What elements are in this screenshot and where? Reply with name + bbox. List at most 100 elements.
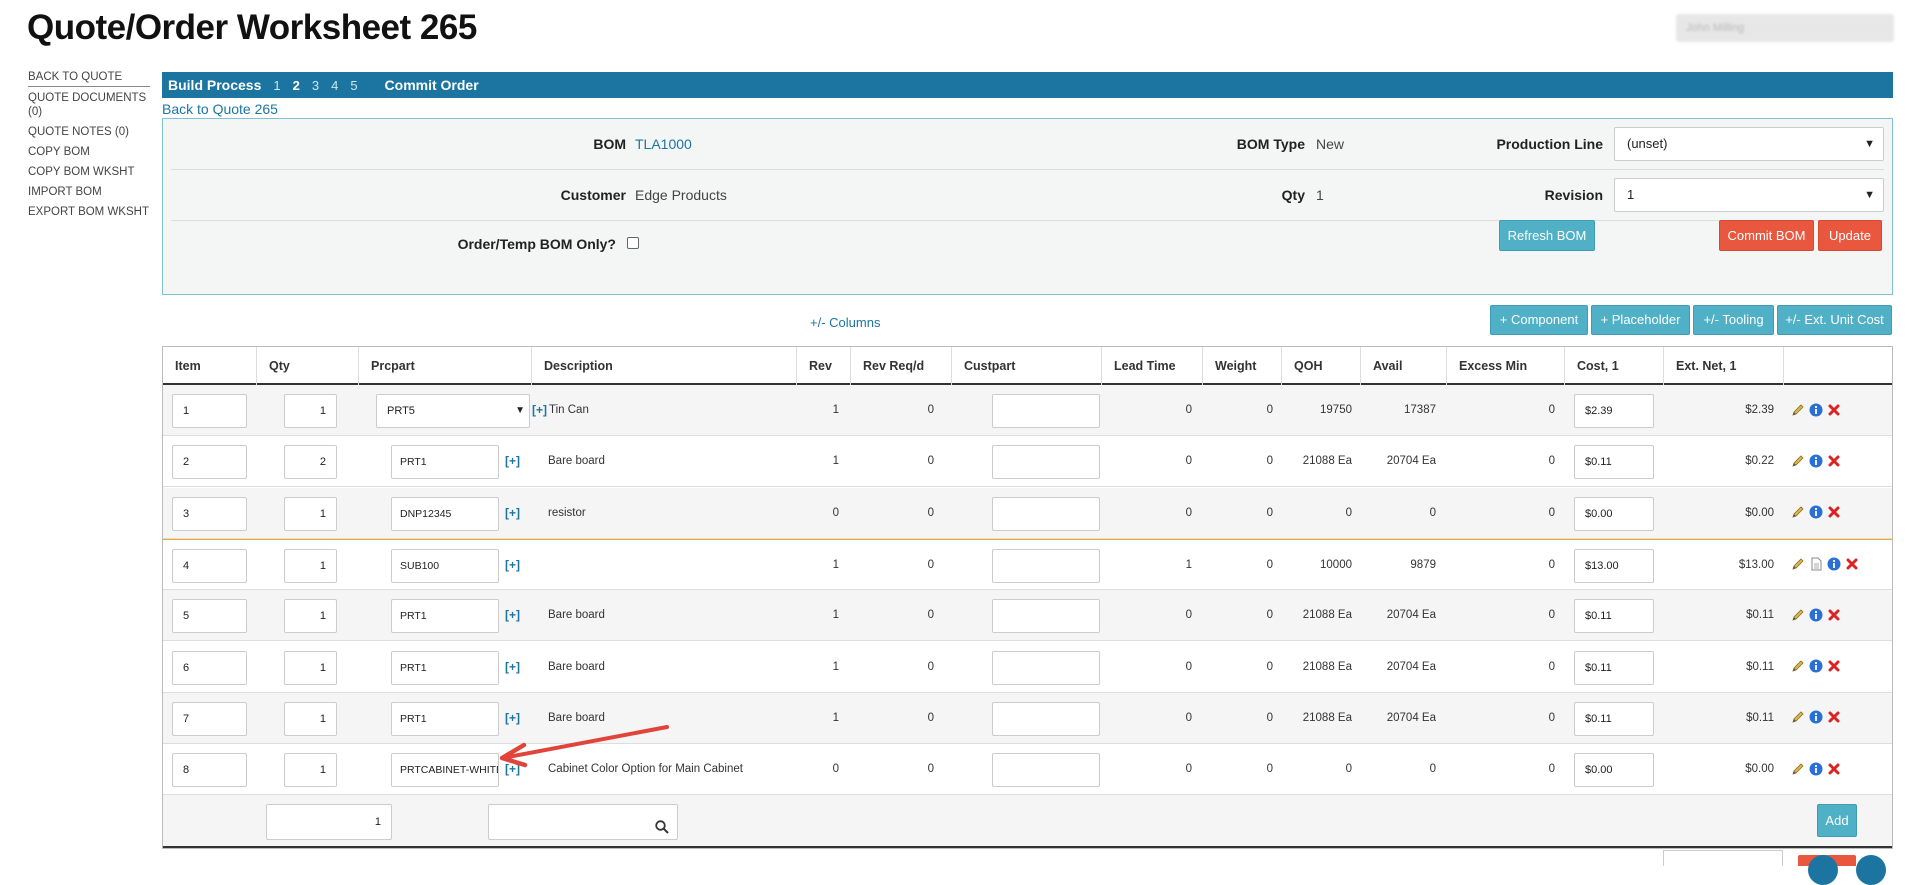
item-input[interactable]: 3 [172,496,247,531]
cost-input[interactable]: $2.39 [1574,394,1654,428]
edit-pencil-icon[interactable] [1791,608,1806,623]
add-component-button[interactable]: + Component [1490,305,1588,335]
new-row-qty-input[interactable]: 1 [266,804,392,840]
info-icon[interactable] [1809,505,1824,520]
qty-input[interactable]: 1 [284,650,337,685]
item-input[interactable]: 5 [172,599,247,634]
prcpart-input[interactable]: SUB100 [391,548,499,583]
expand-part-link[interactable]: [+] [505,488,520,539]
pagination-box[interactable] [1663,850,1783,866]
col-custpart[interactable]: Custpart [952,347,1102,385]
prcpart-select[interactable]: PRT5 ▼ [376,394,530,428]
expand-part-link[interactable]: [+] [505,436,520,487]
col-rev-reqd[interactable]: Rev Req/d [851,347,952,385]
sidebar-item-copy-bom-wksht[interactable]: COPY BOM WKSHT [28,165,150,179]
delete-icon[interactable] [1827,710,1842,725]
col-avail[interactable]: Avail [1361,347,1447,385]
prcpart-input[interactable]: PRT1 [391,599,499,634]
col-ext-net[interactable]: Ext. Net, 1 [1664,347,1784,385]
qty-input[interactable]: 1 [284,753,337,788]
cost-input[interactable]: $0.11 [1574,445,1654,480]
prcpart-input[interactable]: PRT1 [391,701,499,736]
edit-pencil-icon[interactable] [1791,557,1806,572]
cost-input[interactable]: $0.11 [1574,599,1654,634]
custpart-input[interactable] [992,496,1100,531]
custpart-input[interactable] [992,701,1100,736]
document-icon[interactable] [1809,557,1824,572]
item-input[interactable]: 4 [172,548,247,583]
delete-icon[interactable] [1827,608,1842,623]
back-to-quote-link[interactable]: Back to Quote 265 [162,101,278,117]
build-step-1[interactable]: 1 [273,78,280,93]
info-icon[interactable] [1809,403,1824,418]
revision-select[interactable]: 1 ▼ [1614,178,1884,212]
build-step-3[interactable]: 3 [312,78,319,93]
item-input[interactable]: 1 [172,394,247,428]
edit-pencil-icon[interactable] [1791,403,1806,418]
delete-icon[interactable] [1827,454,1842,469]
build-step-2[interactable]: 2 [293,78,300,93]
col-item[interactable]: Item [163,347,257,385]
cost-input[interactable]: $13.00 [1574,548,1654,583]
prcpart-input[interactable]: PRT1 [391,650,499,685]
item-input[interactable]: 2 [172,445,247,480]
edit-pencil-icon[interactable] [1791,659,1806,674]
user-menu[interactable]: John Milling [1676,14,1894,42]
refresh-bom-button[interactable]: Refresh BOM [1499,220,1595,251]
sidebar-item-export-bom-wksht[interactable]: EXPORT BOM WKSHT [28,205,150,219]
delete-icon[interactable] [1827,505,1842,520]
cost-input[interactable]: $0.11 [1574,701,1654,736]
qty-input[interactable]: 1 [284,548,337,583]
item-input[interactable]: 6 [172,650,247,685]
qty-input[interactable]: 1 [284,599,337,634]
col-description[interactable]: Description [532,347,797,385]
col-cost[interactable]: Cost, 1 [1565,347,1664,385]
sidebar-item-quote-notes[interactable]: QUOTE NOTES (0) [28,125,150,139]
cost-input[interactable]: $0.11 [1574,650,1654,685]
prcpart-input[interactable]: PRTCABINET-WHITE [391,753,499,788]
col-lead-time[interactable]: Lead Time [1102,347,1203,385]
toggle-columns-link[interactable]: +/- Columns [810,315,880,330]
edit-pencil-icon[interactable] [1791,710,1806,725]
custpart-input[interactable] [992,650,1100,685]
add-placeholder-button[interactable]: + Placeholder [1591,305,1690,335]
expand-part-link[interactable]: [+] [505,540,520,591]
new-part-search-input[interactable] [488,804,678,840]
info-icon[interactable] [1809,608,1824,623]
info-icon[interactable] [1809,454,1824,469]
qty-input[interactable]: 2 [284,445,337,480]
qty-input[interactable]: 1 [284,701,337,736]
info-icon[interactable] [1827,557,1842,572]
info-icon[interactable] [1809,762,1824,777]
footer-circle-button[interactable] [1856,855,1886,885]
custpart-input[interactable] [992,599,1100,634]
commit-bom-button[interactable]: Commit BOM [1719,220,1814,251]
sidebar-item-quote-documents[interactable]: QUOTE DOCUMENTS (0) [28,91,150,119]
edit-pencil-icon[interactable] [1791,762,1806,777]
item-input[interactable]: 8 [172,753,247,788]
build-step-5[interactable]: 5 [350,78,357,93]
temp-bom-checkbox[interactable] [627,237,639,249]
expand-part-link[interactable]: [+] [505,642,520,693]
footer-circle-button[interactable] [1808,855,1838,885]
col-rev[interactable]: Rev [797,347,851,385]
col-prcpart[interactable]: Prcpart [359,347,532,385]
sidebar-item-import-bom[interactable]: IMPORT BOM [28,185,150,199]
custpart-input[interactable] [992,445,1100,480]
toggle-ext-unit-cost-button[interactable]: +/- Ext. Unit Cost [1777,305,1892,335]
delete-icon[interactable] [1827,762,1842,777]
edit-pencil-icon[interactable] [1791,454,1806,469]
delete-icon[interactable] [1827,403,1842,418]
qty-input[interactable]: 1 [284,496,337,531]
sidebar-item-copy-bom[interactable]: COPY BOM [28,145,150,159]
expand-part-link[interactable]: [+] [505,590,520,641]
col-excess-min[interactable]: Excess Min [1447,347,1565,385]
col-qty[interactable]: Qty [257,347,359,385]
expand-part-link[interactable]: [+] [532,385,547,436]
info-icon[interactable] [1809,659,1824,674]
custpart-input[interactable] [992,548,1100,583]
production-line-select[interactable]: (unset) ▼ [1614,127,1884,161]
build-step-4[interactable]: 4 [331,78,338,93]
bom-link[interactable]: TLA1000 [635,136,692,152]
commit-order-link[interactable]: Commit Order [385,77,479,93]
